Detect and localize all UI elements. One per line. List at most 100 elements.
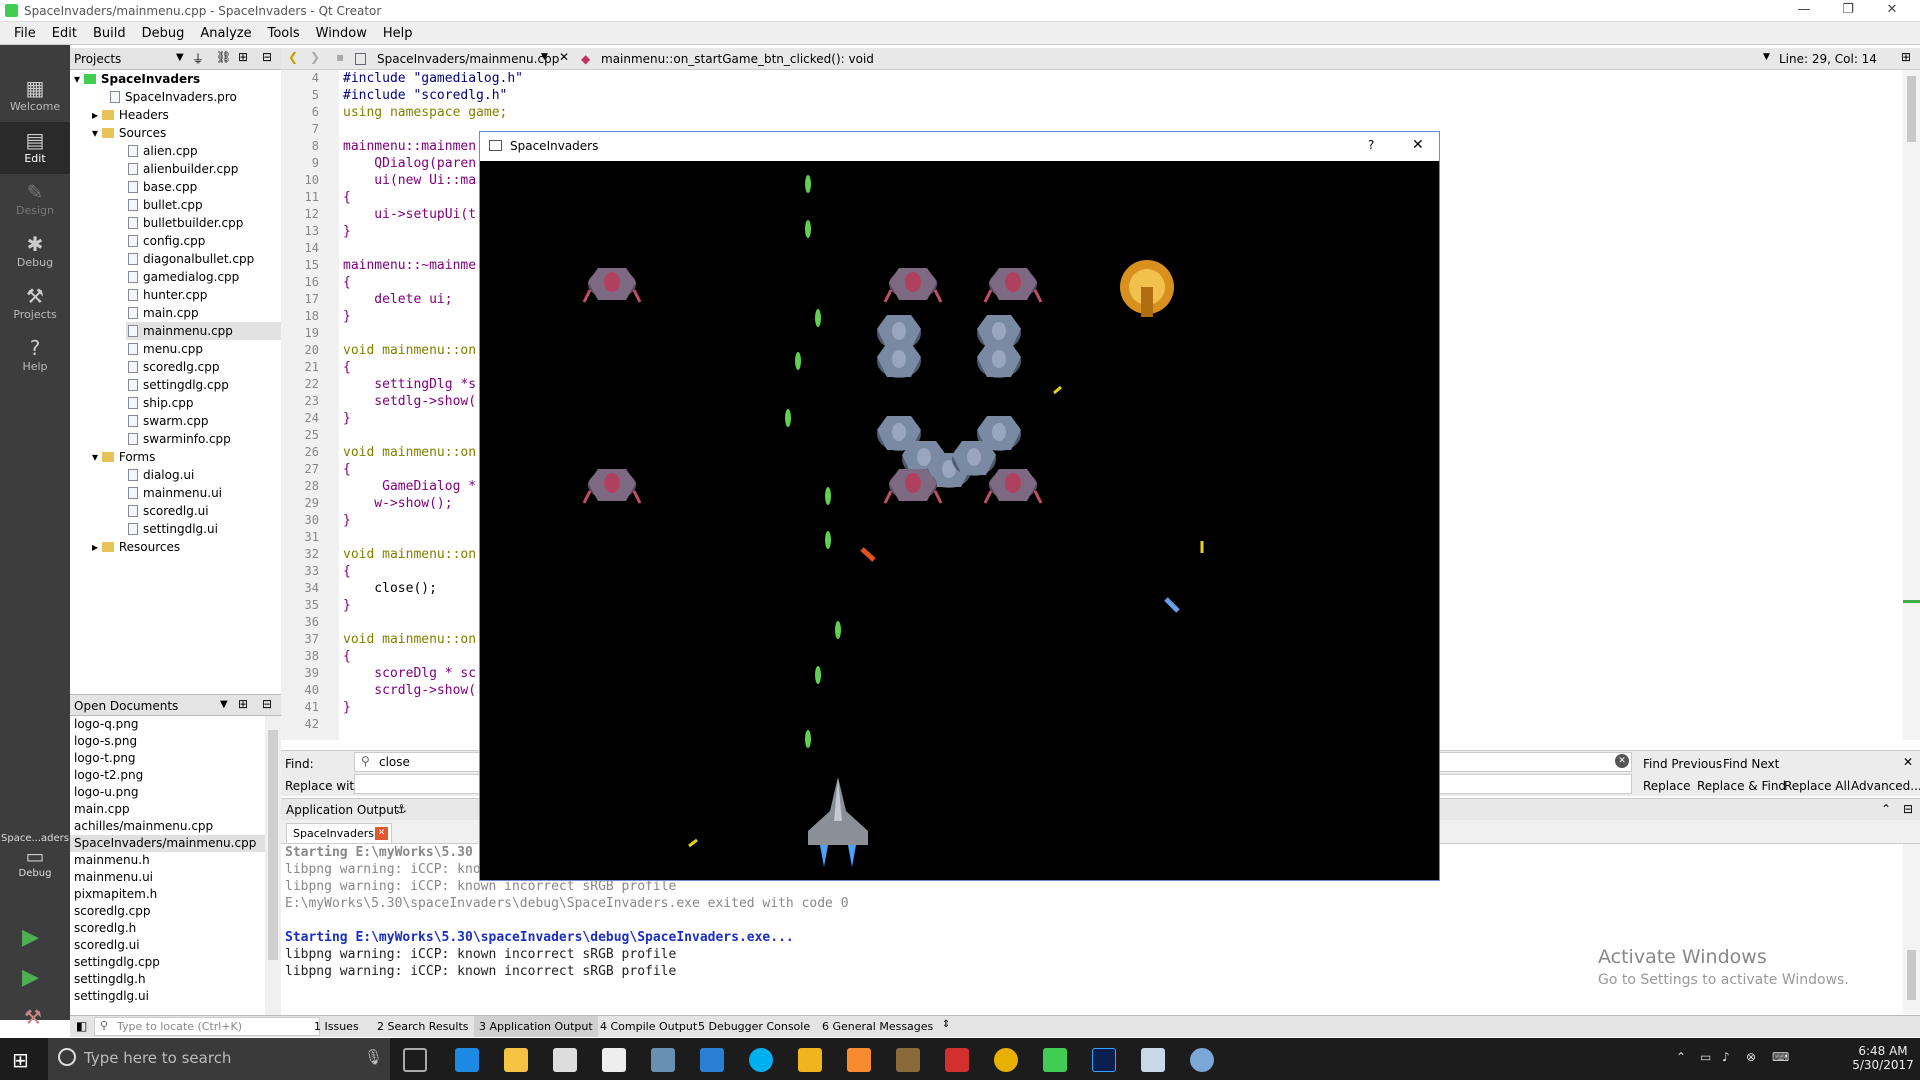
split-icon[interactable]: ⊞ (238, 50, 248, 64)
toggle-sidebar-icon[interactable]: ◧ (76, 1019, 87, 1033)
build-icon[interactable]: ⚒ (24, 1005, 42, 1029)
tree-folder-sources[interactable]: ▾ Sources (92, 124, 166, 142)
maximize-icon[interactable]: ❐ (1828, 2, 1868, 20)
list-item[interactable]: scoredlg.h (70, 920, 265, 937)
forward-icon[interactable]: ❯ (310, 50, 320, 64)
tree-file[interactable]: base.cpp (128, 178, 197, 196)
clock[interactable]: 6:48 AM 5/30/2017 (1850, 1044, 1916, 1072)
locator-input[interactable]: ⚲ Type to locate (Ctrl+K) (94, 1017, 320, 1036)
help-button[interactable]: ? (1368, 138, 1374, 152)
edge-icon[interactable] (455, 1048, 479, 1072)
tray-app-icon[interactable]: ⊗ (1746, 1050, 1756, 1064)
close-tab-icon[interactable]: ✕ (375, 827, 388, 840)
game-window-icon[interactable] (1141, 1048, 1165, 1072)
attach-icon[interactable]: ⚓ (396, 802, 407, 816)
tree-file[interactable]: settingdlg.cpp (128, 376, 229, 394)
kit-selector[interactable]: Space...aders ▭ Debug (0, 833, 70, 879)
pane-application-output[interactable]: 3 Application Output (474, 1016, 598, 1037)
menu-tools[interactable]: Tools (260, 22, 308, 44)
dropdown-icon[interactable]: ▼ (541, 52, 548, 62)
tree-file[interactable]: dialog.ui (128, 466, 194, 484)
tree-folder-resources[interactable]: ▸ Resources (92, 538, 180, 556)
scrollbar-thumb[interactable] (1907, 76, 1916, 142)
mode-help[interactable]: ? Help (0, 330, 70, 382)
pane-compile-output[interactable]: 4 Compile Output (600, 1020, 697, 1033)
tree-file[interactable]: bullet.cpp (128, 196, 203, 214)
pane-search-results[interactable]: 2 Search Results (377, 1020, 469, 1033)
pane-general-messages[interactable]: 6 General Messages (822, 1020, 933, 1033)
menu-analyze[interactable]: Analyze (192, 22, 259, 44)
scrollbar-thumb[interactable] (268, 730, 278, 960)
photoshop-icon[interactable] (1092, 1048, 1116, 1072)
maximize-pane-icon[interactable]: ⌃ (1881, 802, 1891, 816)
replace-button[interactable]: Replace (1643, 779, 1690, 793)
game-close-button[interactable]: ✕ (1412, 137, 1424, 153)
game-window[interactable]: SpaceInvaders ? ✕ (479, 131, 1440, 881)
dropdown-icon[interactable]: ▼ (220, 699, 228, 710)
close-icon[interactable]: ✕ (1872, 2, 1912, 20)
menu-help[interactable]: Help (375, 22, 421, 44)
chrome-icon[interactable] (994, 1048, 1018, 1072)
mode-projects[interactable]: ⚒ Projects (0, 278, 70, 330)
list-item[interactable]: logo-q.png (70, 716, 265, 733)
tree-file[interactable]: diagonalbullet.cpp (128, 250, 254, 268)
windows-start-icon[interactable]: ⊞ (12, 1048, 29, 1072)
qt-creator-icon[interactable] (1043, 1048, 1067, 1072)
tree-file[interactable]: mainmenu.ui (128, 484, 222, 502)
replace-find-button[interactable]: Replace & Find (1697, 779, 1786, 793)
tree-file[interactable]: hunter.cpp (128, 286, 207, 304)
tree-folder-headers[interactable]: ▸ Headers (92, 106, 169, 124)
tree-file[interactable]: alien.cpp (128, 142, 198, 160)
file-tab[interactable]: SpaceInvaders/mainmenu.cpp (377, 52, 559, 66)
tree-folder-forms[interactable]: ▾ Forms (92, 448, 155, 466)
list-item[interactable]: settingdlg.ui (70, 988, 265, 1005)
list-item-selected[interactable]: SpaceInvaders/mainmenu.cpp (70, 835, 265, 852)
run-icon[interactable]: ▶ (22, 925, 39, 950)
dolphin-icon[interactable] (700, 1048, 724, 1072)
minimize-icon[interactable]: — (1784, 2, 1824, 20)
split-icon[interactable]: ⊞ (1901, 50, 1911, 64)
list-item[interactable]: logo-t.png (70, 750, 265, 767)
tree-file[interactable]: scoredlg.cpp (128, 358, 219, 376)
list-item[interactable]: pixmapitem.h (70, 886, 265, 903)
skype-icon[interactable] (749, 1048, 773, 1072)
list-item[interactable]: logo-t2.png (70, 767, 265, 784)
network-icon[interactable]: ▭ (1700, 1050, 1711, 1064)
notepad-icon[interactable] (651, 1048, 675, 1072)
media-icon[interactable] (945, 1048, 969, 1072)
list-item[interactable]: scoredlg.ui (70, 937, 265, 954)
list-item[interactable]: main.cpp (70, 801, 265, 818)
tree-file[interactable]: swarm.cpp (128, 412, 208, 430)
mode-debug[interactable]: ✱ Debug (0, 226, 70, 278)
paint-icon[interactable] (1190, 1048, 1214, 1072)
menu-debug[interactable]: Debug (134, 22, 193, 44)
replace-all-button[interactable]: Replace All (1784, 779, 1850, 793)
output-scrollbar[interactable] (1903, 844, 1920, 1014)
back-icon[interactable]: ❮ (288, 50, 298, 64)
game-playfield[interactable] (480, 161, 1439, 880)
tree-file[interactable]: config.cpp (128, 232, 205, 250)
tray-chevron-icon[interactable]: ⌃ (1676, 1050, 1686, 1064)
list-item[interactable]: settingdlg.h (70, 971, 265, 988)
file-explorer-icon[interactable] (504, 1048, 528, 1072)
app-icon[interactable] (798, 1048, 822, 1072)
editor-scrollbar[interactable] (1903, 70, 1920, 740)
menu-build[interactable]: Build (85, 22, 134, 44)
mode-edit[interactable]: ▤ Edit (0, 122, 70, 174)
filter-icon[interactable]: ⏚ (192, 50, 204, 67)
microphone-icon[interactable]: 🎙 (364, 1048, 383, 1066)
menu-file[interactable]: File (6, 22, 44, 44)
scrollbar-thumb[interactable] (1907, 950, 1916, 1000)
close-find-icon[interactable]: ✕ (1903, 755, 1913, 769)
task-view-icon[interactable] (403, 1048, 427, 1072)
list-item[interactable]: logo-u.png (70, 784, 265, 801)
more-panes-icon[interactable]: ⇕ (942, 1019, 950, 1030)
find-next-button[interactable]: Find Next (1723, 757, 1779, 771)
pane-debugger-console[interactable]: 5 Debugger Console (698, 1020, 810, 1033)
tree-file[interactable]: menu.cpp (128, 340, 203, 358)
list-item[interactable]: mainmenu.ui (70, 869, 265, 886)
tree-root[interactable]: ▾ SpaceInvaders (74, 70, 200, 88)
tree-file[interactable]: settingdlg.ui (128, 520, 218, 538)
tree-file-selected[interactable]: mainmenu.cpp (126, 322, 281, 340)
taskbar-search[interactable]: Type here to search 🎙 (48, 1038, 390, 1080)
